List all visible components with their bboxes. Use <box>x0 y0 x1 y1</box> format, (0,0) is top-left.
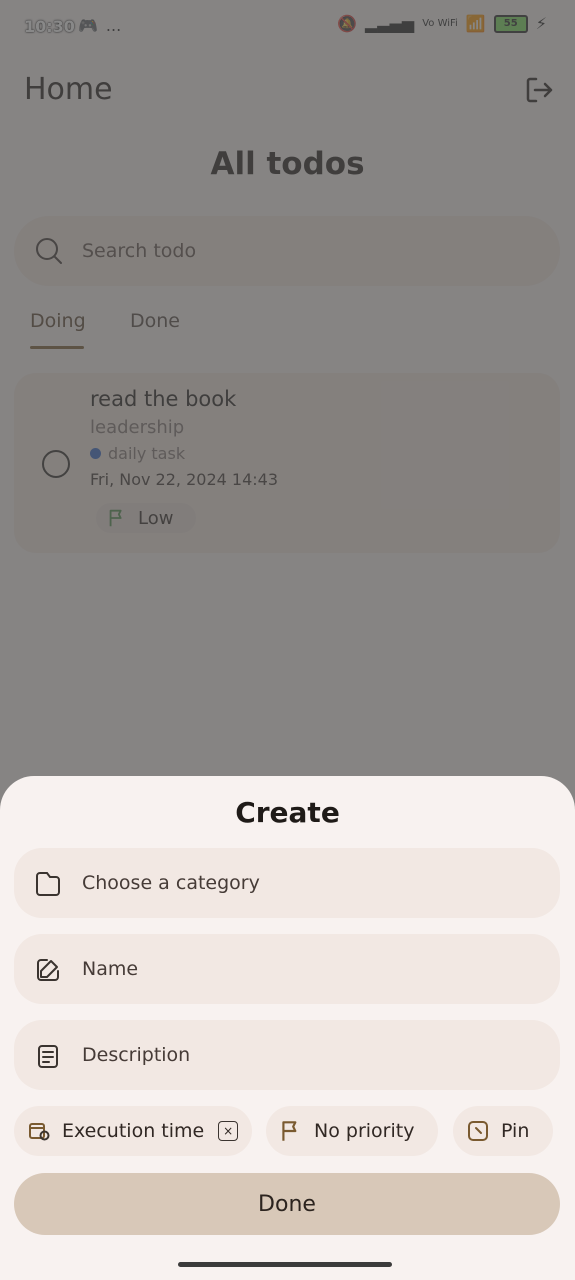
priority-flag-icon <box>282 1121 297 1141</box>
priority-badge: Low <box>96 503 196 533</box>
edit-icon <box>37 959 59 981</box>
execution-time-chip[interactable]: Execution time × <box>14 1106 252 1156</box>
sheet-title: Create <box>235 796 340 829</box>
status-bar: 10:30 🎮 ... 🔕 ▂▃▄▅ Vo WiFi 📶 55 ⚡ <box>0 0 575 56</box>
priority-chip-label: No priority <box>314 1120 415 1142</box>
priority-label: Low <box>138 507 174 529</box>
status-dots: ... <box>105 16 122 35</box>
search-placeholder: Search todo <box>82 240 197 262</box>
folder-icon <box>36 872 60 896</box>
page-header-title: Home <box>24 72 113 107</box>
todo-description: leadership <box>90 417 185 438</box>
mute-icon: 🔕 <box>337 14 357 33</box>
status-left-icons: 🎮 ... <box>78 16 121 35</box>
wifi-icon: 📶 <box>465 14 486 33</box>
battery-icon: 55 <box>493 14 528 33</box>
tab-done[interactable]: Done <box>130 310 180 332</box>
calendar-icon <box>29 1123 50 1141</box>
page-title: All todos <box>210 146 365 182</box>
pin-label: Pin <box>501 1120 530 1142</box>
description-icon <box>38 1045 58 1068</box>
flag-icon <box>109 509 122 527</box>
screen: 10:30 🎮 ... 🔕 ▂▃▄▅ Vo WiFi 📶 55 ⚡ Home A… <box>0 0 575 1280</box>
active-tab-indicator <box>30 346 84 349</box>
game-icon: 🎮 <box>78 16 98 35</box>
priority-chip[interactable]: No priority <box>266 1106 438 1156</box>
todo-checkbox[interactable] <box>42 450 70 478</box>
top-bar: Home <box>0 56 575 126</box>
todo-datetime: Fri, Nov 22, 2024 14:43 <box>90 470 278 489</box>
tab-doing[interactable]: Doing <box>30 310 86 332</box>
network-label: Vo WiFi <box>422 17 458 29</box>
todo-category-label: daily task <box>108 444 186 463</box>
execution-time-label: Execution time <box>62 1120 205 1142</box>
battery-level: 55 <box>503 18 518 29</box>
status-time: 10:30 <box>24 17 75 36</box>
signal-icon: ▂▃▄▅ <box>365 14 415 33</box>
home-indicator[interactable] <box>178 1262 392 1267</box>
pin-icon <box>468 1121 488 1141</box>
search-input[interactable]: Search todo <box>14 216 560 286</box>
todo-title: read the book <box>90 387 237 411</box>
pin-chip[interactable]: Pin <box>453 1106 553 1156</box>
todo-card[interactable]: read the book leadership daily task Fri,… <box>14 373 560 553</box>
done-button[interactable]: Done <box>14 1173 560 1235</box>
description-field[interactable]: Description <box>14 1020 560 1090</box>
tabs: Doing Done <box>30 310 545 360</box>
logout-icon[interactable] <box>523 74 555 106</box>
category-placeholder: Choose a category <box>82 872 260 894</box>
category-field[interactable]: Choose a category <box>14 848 560 918</box>
category-dot-icon <box>90 448 101 459</box>
name-field[interactable]: Name <box>14 934 560 1004</box>
search-icon <box>36 238 62 264</box>
charging-icon: ⚡ <box>535 14 547 33</box>
create-sheet: Create Choose a category Name Descriptio… <box>0 776 575 1280</box>
name-placeholder: Name <box>82 958 139 980</box>
status-right-icons: 🔕 ▂▃▄▅ Vo WiFi 📶 55 ⚡ <box>337 14 547 33</box>
todo-category: daily task <box>90 444 185 463</box>
description-placeholder: Description <box>82 1044 191 1066</box>
clear-time-icon[interactable]: × <box>218 1121 239 1141</box>
